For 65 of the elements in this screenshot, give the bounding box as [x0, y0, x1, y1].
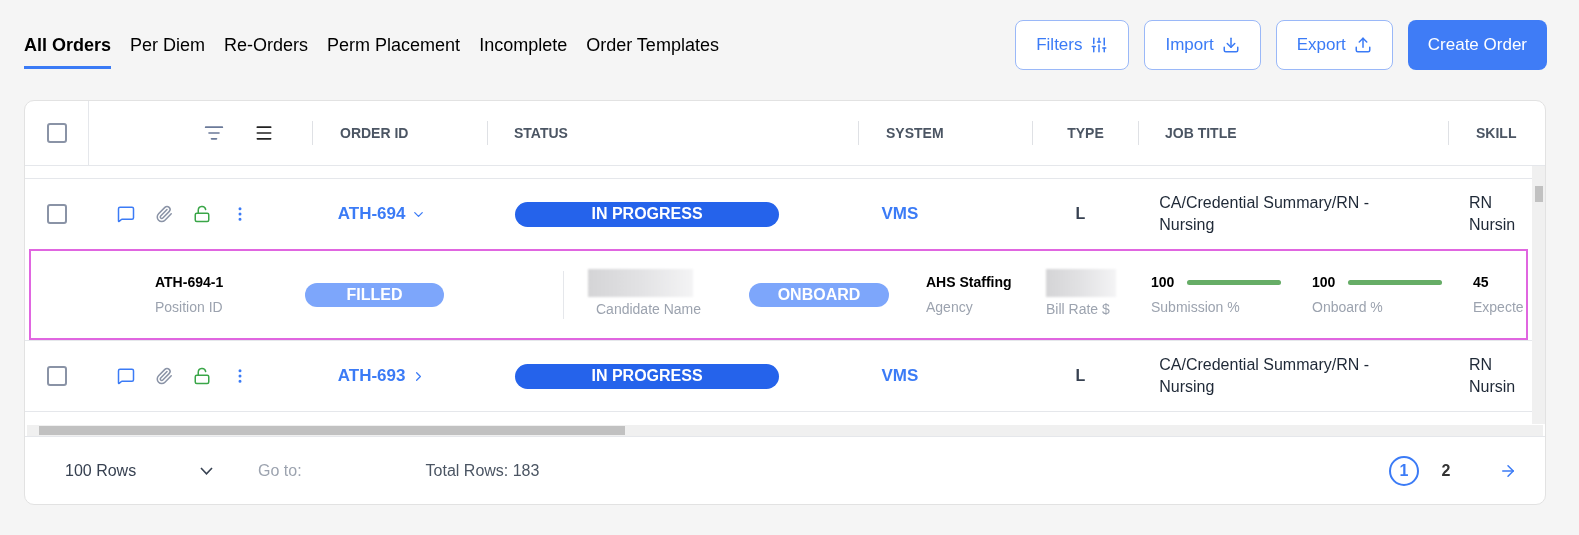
menu-icon[interactable] — [254, 123, 274, 143]
total-rows: Total Rows: 183 — [425, 458, 540, 483]
tab[interactable]: Re-Orders — [224, 32, 309, 69]
skill-text: RN Nursin — [1469, 355, 1517, 397]
horizontal-scrollbar[interactable] — [27, 425, 1543, 436]
column-header: SYSTEM — [886, 123, 944, 143]
comment-icon[interactable] — [116, 205, 135, 223]
tab[interactable]: Per Diem — [130, 32, 206, 69]
skill-text: RN Nursin — [1469, 193, 1517, 235]
type-text: L — [1075, 366, 1086, 386]
action-button[interactable]: Import — [1144, 20, 1261, 70]
column-header: STATUS — [514, 123, 568, 143]
comment-icon[interactable] — [116, 367, 135, 385]
status-pill: IN PROGRESS — [515, 201, 780, 227]
unlock-icon[interactable] — [192, 367, 211, 385]
sort-icon[interactable] — [204, 123, 224, 143]
field-label: Bill Rate $ — [1046, 300, 1111, 319]
column-header: TYPE — [1067, 123, 1104, 143]
status-pill: FILLED — [305, 282, 444, 307]
status-pill: IN PROGRESS — [515, 363, 780, 389]
order-id-link[interactable]: ATH-694 — [337, 201, 406, 227]
checkbox[interactable] — [46, 123, 67, 143]
job-title: CA/Credential Summary/RN - Nursing — [1159, 193, 1371, 235]
field-label: Position ID — [155, 297, 224, 317]
download-icon — [1221, 36, 1240, 54]
goto-label: Go to: — [258, 460, 302, 481]
tab[interactable]: All Orders — [24, 32, 112, 69]
order-id-link[interactable]: ATH-693 — [337, 363, 406, 389]
tab[interactable]: Order Templates — [586, 32, 719, 69]
unlock-icon[interactable] — [192, 205, 211, 223]
agency-name: AHS Staffing — [926, 272, 1013, 292]
field-label: Submission % — [1151, 297, 1241, 317]
job-title: CA/Credential Summary/RN - Nursing — [1159, 355, 1371, 397]
page-button[interactable]: 2 — [1431, 455, 1461, 486]
vertical-scrollbar[interactable] — [1532, 166, 1545, 424]
blurred-text — [1046, 269, 1116, 297]
paperclip-icon[interactable] — [154, 205, 173, 223]
checkbox[interactable] — [46, 366, 67, 386]
position-id: ATH-694-1 — [155, 272, 225, 292]
action-button[interactable]: Filters — [1015, 20, 1130, 70]
page-button[interactable]: 1 — [1389, 455, 1419, 486]
field-label: Candidate Name — [596, 300, 703, 319]
column-header: JOB TITLE — [1165, 123, 1237, 143]
chevron-down-icon — [200, 466, 213, 475]
expected-value: 45 — [1473, 272, 1490, 292]
paperclip-icon[interactable] — [154, 367, 173, 385]
column-header: ORDER ID — [340, 123, 409, 143]
meter-value: 100 — [1151, 272, 1176, 292]
tab[interactable]: Perm Placement — [327, 32, 461, 69]
meter-value: 100 — [1312, 272, 1337, 292]
column-header: SKILL — [1476, 123, 1517, 143]
checkbox[interactable] — [46, 204, 67, 224]
rows-per-page-select[interactable]: 100 Rows — [65, 458, 213, 483]
action-button[interactable]: Export — [1275, 20, 1393, 70]
field-label: Onboard % — [1312, 297, 1384, 317]
system-link[interactable]: VMS — [881, 366, 919, 386]
status-pill: ONBOARD — [749, 282, 889, 307]
type-text: L — [1075, 204, 1086, 224]
system-link[interactable]: VMS — [881, 204, 919, 224]
field-label: Expecte — [1473, 297, 1524, 317]
create-button[interactable]: Create Order — [1407, 20, 1547, 70]
tab[interactable]: Incomplete — [479, 32, 568, 69]
upload-icon — [1353, 36, 1372, 54]
sliders-icon — [1090, 36, 1109, 54]
field-label: Agency — [926, 297, 974, 317]
